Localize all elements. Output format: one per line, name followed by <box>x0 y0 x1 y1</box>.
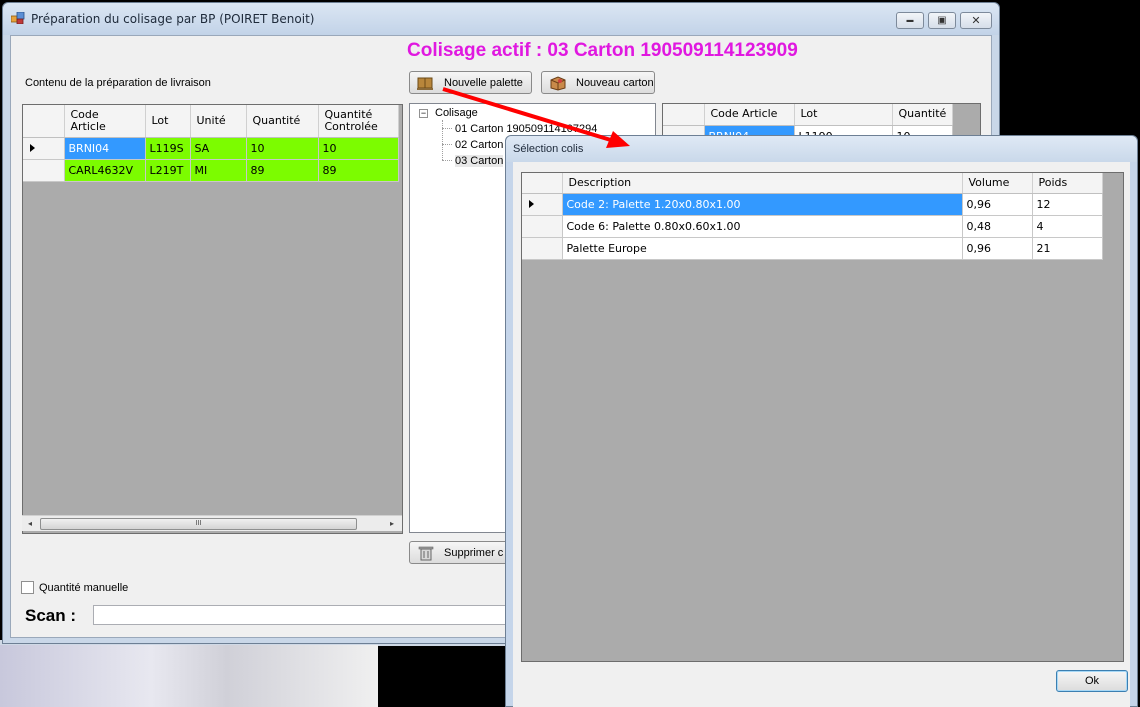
manual-quantity-checkbox[interactable] <box>21 581 34 594</box>
row-header[interactable] <box>522 215 563 238</box>
grid-header-row: Code Article Lot Quantité <box>663 104 954 126</box>
cell-volume[interactable]: 0,96 <box>962 193 1033 216</box>
col-header-lot[interactable]: Lot <box>145 105 191 138</box>
col-header-quantite[interactable]: Quantité <box>246 105 319 138</box>
row-header[interactable] <box>522 237 563 260</box>
ok-button[interactable]: Ok <box>1056 670 1128 692</box>
dialog-client-area: Description Volume Poids Code 2: Palette… <box>513 162 1130 707</box>
delete-package-label: Supprimer c <box>444 546 504 559</box>
cell-description[interactable]: Palette Europe <box>562 237 963 260</box>
delivery-content-grid[interactable]: Code Article Lot Unité Quantité Quantité… <box>22 104 403 534</box>
col-header-quantite-controlee[interactable]: Quantité Controlée <box>318 105 399 138</box>
content-label: Contenu de la préparation de livraison <box>25 77 211 89</box>
col-header-description[interactable]: Description <box>562 173 963 194</box>
cell-code-article[interactable]: CARL4632V <box>64 159 146 182</box>
cell-volume[interactable]: 0,48 <box>962 215 1033 238</box>
horizontal-scrollbar[interactable]: ◂ III ▸ <box>22 515 402 531</box>
window-title: Préparation du colisage par BP (POIRET B… <box>31 12 315 26</box>
tree-node-carton-03[interactable]: 03 Carton <box>455 155 504 167</box>
col-header-lot[interactable]: Lot <box>794 104 893 126</box>
tree-connector <box>442 128 452 129</box>
row-header-corner <box>522 173 563 194</box>
cell-poids[interactable]: 21 <box>1032 237 1103 260</box>
cell-poids[interactable]: 12 <box>1032 193 1103 216</box>
scan-label: Scan : <box>25 606 77 625</box>
trash-icon <box>418 546 434 560</box>
cell-poids[interactable]: 4 <box>1032 215 1103 238</box>
tree-collapse-toggle[interactable]: − <box>419 109 428 118</box>
col-header-code-article[interactable]: Code Article <box>64 105 146 138</box>
cell-quantite-controlee[interactable]: 10 <box>318 137 399 160</box>
row-header[interactable] <box>522 193 563 216</box>
scroll-grip: III <box>195 520 202 527</box>
package-type-table: Description Volume Poids Code 2: Palette… <box>522 173 1103 260</box>
delete-package-button[interactable]: Supprimer c <box>409 541 509 564</box>
new-pallet-button[interactable]: Nouvelle palette <box>409 71 532 94</box>
app-icon <box>11 12 25 24</box>
active-package-title: Colisage actif : 03 Carton 1905091141239… <box>407 40 798 61</box>
cell-unite[interactable]: MI <box>190 159 247 182</box>
cell-quantite[interactable]: 10 <box>246 137 319 160</box>
row-header-corner <box>23 105 65 138</box>
delivery-content-table: Code Article Lot Unité Quantité Quantité… <box>23 105 399 182</box>
col-header-poids[interactable]: Poids <box>1032 173 1103 194</box>
dialog-titlebar[interactable]: Sélection colis <box>506 136 1137 162</box>
cell-description[interactable]: Code 2: Palette 1.20x0.80x1.00 <box>562 193 963 216</box>
maximize-button[interactable]: ▣ <box>928 12 956 29</box>
table-row[interactable]: BRNI04 L119S SA 10 10 <box>23 137 399 160</box>
col-header-volume[interactable]: Volume <box>962 173 1033 194</box>
row-header[interactable] <box>23 159 65 182</box>
new-pallet-label: Nouvelle palette <box>444 76 523 89</box>
tree-guide-line <box>442 120 443 160</box>
package-selection-dialog: Sélection colis Description Volume Poids… <box>505 135 1138 707</box>
col-header-quantite[interactable]: Quantité <box>892 104 954 126</box>
cell-quantite-controlee[interactable]: 89 <box>318 159 399 182</box>
scroll-thumb[interactable]: III <box>40 518 357 530</box>
col-header-code-article[interactable]: Code Article <box>704 104 795 126</box>
tree-node-carton-02[interactable]: 02 Carton <box>455 139 503 151</box>
ok-label: Ok <box>1084 675 1100 687</box>
cell-lot[interactable]: L219T <box>145 159 191 182</box>
new-carton-button[interactable]: Nouveau carton <box>541 71 655 94</box>
palette-icon <box>417 77 433 90</box>
background-window-remnant <box>0 645 378 707</box>
tree-connector <box>442 144 452 145</box>
row-header[interactable] <box>23 137 65 160</box>
new-carton-label: Nouveau carton <box>576 76 654 89</box>
table-row[interactable]: Code 2: Palette 1.20x0.80x1.00 0,96 12 <box>522 193 1103 216</box>
scan-input[interactable] <box>93 605 508 625</box>
cell-lot[interactable]: L119S <box>145 137 191 160</box>
scroll-left-icon[interactable]: ◂ <box>24 518 36 530</box>
col-header-unite[interactable]: Unité <box>190 105 247 138</box>
table-row[interactable]: CARL4632V L219T MI 89 89 <box>23 159 399 182</box>
main-titlebar[interactable]: Préparation du colisage par BP (POIRET B… <box>3 3 999 35</box>
row-pointer-icon <box>529 199 534 208</box>
cell-description[interactable]: Code 6: Palette 0.80x0.60x1.00 <box>562 215 963 238</box>
close-button[interactable]: ✕ <box>960 12 992 29</box>
scroll-right-icon[interactable]: ▸ <box>386 518 398 530</box>
grid-header-row: Description Volume Poids <box>522 173 1103 194</box>
cell-code-article[interactable]: BRNI04 <box>64 137 146 160</box>
tree-connector <box>442 160 452 161</box>
minimize-button[interactable]: ▬ <box>896 12 924 29</box>
grid-header-row: Code Article Lot Unité Quantité Quantité… <box>23 105 399 138</box>
table-row[interactable]: Code 6: Palette 0.80x0.60x1.00 0,48 4 <box>522 215 1103 238</box>
package-type-grid[interactable]: Description Volume Poids Code 2: Palette… <box>521 172 1124 662</box>
tree-root-colisage[interactable]: Colisage <box>435 107 478 119</box>
cell-volume[interactable]: 0,96 <box>962 237 1033 260</box>
cell-unite[interactable]: SA <box>190 137 247 160</box>
carton-icon <box>550 75 566 91</box>
table-row[interactable]: Palette Europe 0,96 21 <box>522 237 1103 260</box>
dialog-title: Sélection colis <box>513 143 584 155</box>
row-header-corner <box>663 104 705 126</box>
manual-quantity-label: Quantité manuelle <box>39 582 129 594</box>
cell-quantite[interactable]: 89 <box>246 159 319 182</box>
row-pointer-icon <box>30 143 35 152</box>
tree-node-carton-01[interactable]: 01 Carton 190509114107294 <box>455 123 597 135</box>
